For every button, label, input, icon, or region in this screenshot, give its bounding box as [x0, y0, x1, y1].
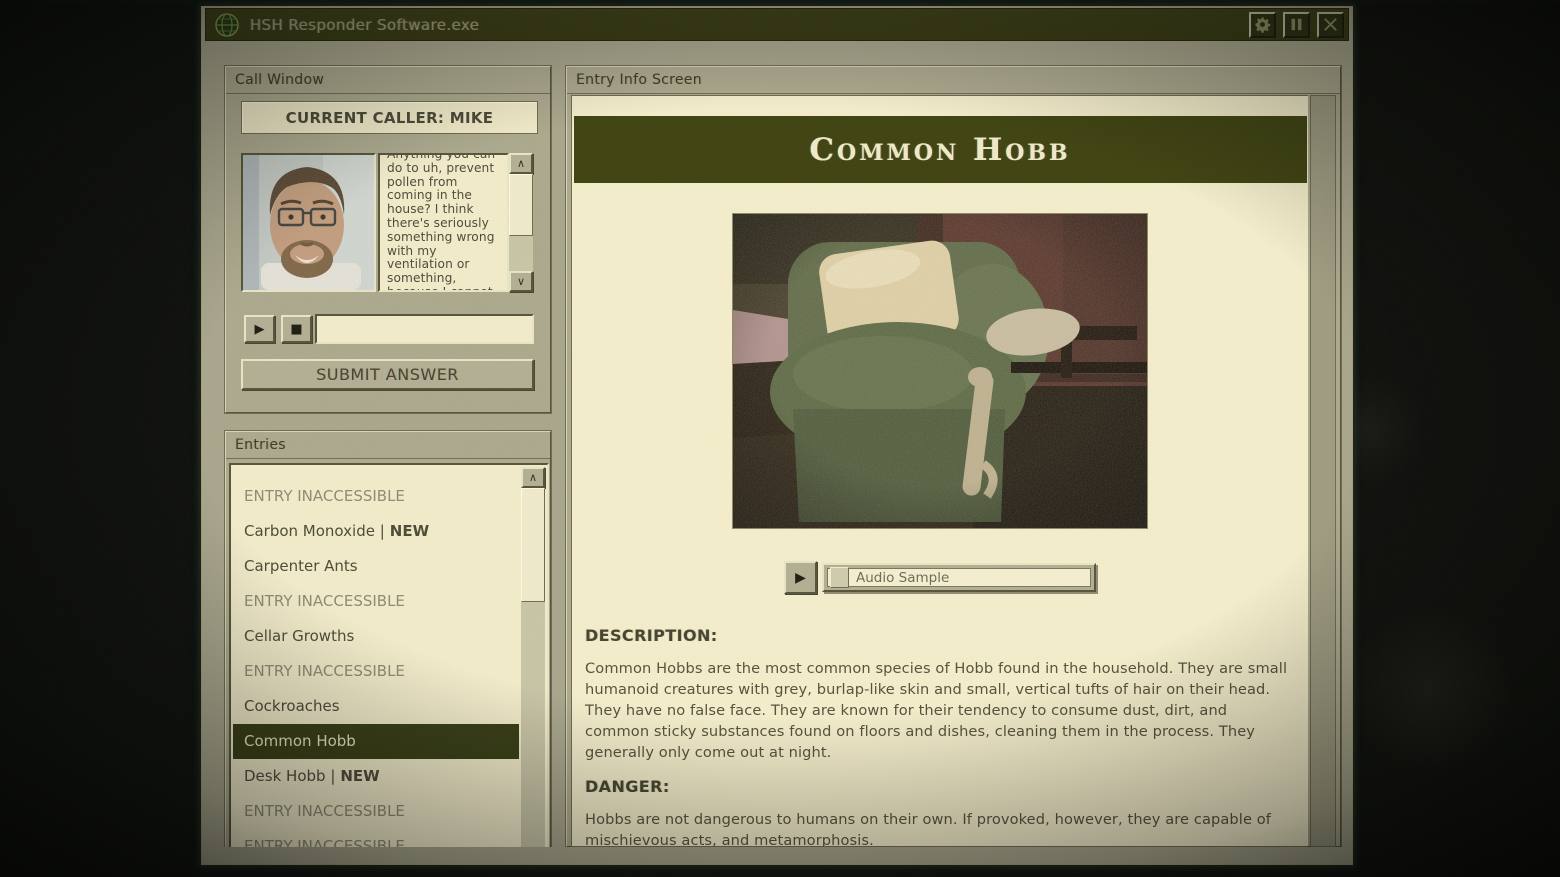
entry-info-panel-title: Entry Info Screen — [567, 67, 1340, 94]
current-caller-label: CURRENT CALLER: MIKE — [286, 109, 494, 127]
globe-icon — [214, 12, 240, 38]
entry-label: ENTRY INACCESSIBLE — [244, 802, 405, 820]
caller-photo — [241, 153, 376, 292]
entry-photo — [733, 214, 1147, 528]
entry-new-badge: NEW — [390, 522, 429, 540]
submit-answer-button[interactable]: SUBMIT ANSWER — [241, 359, 534, 390]
app-window: HSH Responder Software.exe — [199, 4, 1355, 867]
entry-row[interactable]: Common Hobb — [233, 724, 519, 759]
play-icon: ▶ — [795, 570, 806, 586]
entries-panel-title: Entries — [226, 432, 550, 459]
close-icon — [1322, 16, 1339, 33]
entry-info-panel: Entry Info Screen Common Hobb — [566, 66, 1341, 847]
entries-scrollbar[interactable]: ∧ ∨ — [521, 467, 545, 847]
section-body: Common Hobbs are the most common species… — [585, 658, 1291, 763]
entry-row[interactable]: Cellar Growths — [233, 619, 519, 654]
entries-body: ENTRY INACCESSIBLE Carbon Monoxide |NEW … — [229, 463, 549, 847]
scroll-up-button[interactable]: ∧ — [509, 153, 533, 174]
entry-section: DANGER: Hobbs are not dangerous to human… — [585, 777, 1278, 847]
entry-label: Common Hobb — [244, 732, 356, 750]
scrollbar-track[interactable] — [521, 488, 545, 847]
entry-row[interactable]: Cockroaches — [233, 689, 519, 724]
scrollbar-thumb[interactable] — [509, 174, 533, 236]
entry-label: ENTRY INACCESSIBLE — [244, 487, 405, 505]
entry-row[interactable]: ENTRY INACCESSIBLE — [233, 584, 519, 619]
stop-call-button[interactable]: ■ — [281, 315, 312, 343]
entry-row[interactable]: Carpenter Ants — [233, 549, 519, 584]
entry-row[interactable]: ENTRY INACCESSIBLE — [233, 654, 519, 689]
window-title: HSH Responder Software.exe — [250, 16, 479, 34]
entry-title-banner: Common Hobb — [574, 116, 1307, 183]
entry-row[interactable]: ENTRY INACCESSIBLE — [233, 794, 519, 829]
section-body: Hobbs are not dangerous to humans on the… — [585, 809, 1291, 847]
entry-new-badge: NEW — [340, 767, 379, 785]
entry-row[interactable]: Desk Hobb | NEW — [233, 759, 519, 794]
entry-label: ENTRY INACCESSIBLE — [244, 592, 405, 610]
pause-button[interactable] — [1283, 12, 1310, 38]
scrollbar-track[interactable] — [509, 174, 533, 271]
caller-transcript[interactable]: Anything you can do to uh, prevent polle… — [378, 153, 509, 292]
call-window-panel: Call Window CURRENT CALLER: MIKE — [225, 66, 551, 413]
caller-avatar — [243, 155, 374, 290]
entry-label: Cockroaches — [244, 697, 340, 715]
audio-slider-handle[interactable] — [830, 567, 849, 588]
entry-row[interactable]: Carbon Monoxide | NEW — [233, 514, 519, 549]
entries-panel: Entries ENTRY INACCESSIBLE Carbon Monoxi… — [225, 431, 551, 847]
scroll-up-button[interactable]: ∧ — [521, 467, 545, 488]
pause-icon — [1288, 16, 1305, 33]
audio-slider[interactable]: Audio Sample — [822, 563, 1096, 592]
settings-button[interactable] — [1249, 12, 1276, 38]
entry-title: Common Hobb — [809, 132, 1070, 168]
submit-answer-label: SUBMIT ANSWER — [316, 365, 459, 384]
call-window-panel-title: Call Window — [226, 67, 550, 94]
entry-sections: DESCRIPTION: Common Hobbs are the most c… — [572, 596, 1308, 847]
stop-icon: ■ — [290, 322, 302, 337]
audio-sample-label: Audio Sample — [856, 570, 949, 586]
audio-slider-track[interactable]: Audio Sample — [827, 568, 1091, 587]
entry-row[interactable]: ENTRY INACCESSIBLE — [233, 829, 519, 847]
entry-info-content: Common Hobb — [571, 95, 1308, 847]
entry-label: Cellar Growths — [244, 627, 354, 645]
scroll-down-button[interactable]: ∨ — [509, 271, 533, 292]
gear-icon — [1254, 16, 1271, 33]
section-heading: DANGER: — [585, 777, 1278, 796]
entry-info-scrollbar[interactable] — [1310, 95, 1336, 847]
play-icon: ▶ — [255, 322, 265, 337]
entries-list: ENTRY INACCESSIBLE Carbon Monoxide |NEW … — [233, 467, 519, 847]
close-button[interactable] — [1317, 12, 1344, 38]
play-call-button[interactable]: ▶ — [244, 315, 275, 343]
entry-row[interactable]: ENTRY INACCESSIBLE — [233, 479, 519, 514]
scrollbar-thumb[interactable] — [521, 488, 545, 602]
section-heading: DESCRIPTION: — [585, 626, 1278, 645]
entry-label: Carpenter Ants — [244, 557, 358, 575]
transcript-scrollbar[interactable]: ∧ ∨ — [509, 153, 533, 292]
answer-input[interactable] — [315, 314, 534, 344]
entry-section: DESCRIPTION: Common Hobbs are the most c… — [585, 626, 1278, 763]
current-caller-banner: CURRENT CALLER: MIKE — [241, 101, 538, 134]
transcript-text: Anything you can do to uh, prevent polle… — [387, 153, 503, 292]
entry-label: ENTRY INACCESSIBLE — [244, 837, 405, 847]
entry-label: Desk Hobb | — [244, 767, 335, 785]
entry-label: Carbon Monoxide | — [244, 522, 385, 540]
entry-label: ENTRY INACCESSIBLE — [244, 662, 405, 680]
audio-play-button[interactable]: ▶ — [784, 561, 817, 594]
titlebar: HSH Responder Software.exe — [205, 8, 1349, 41]
